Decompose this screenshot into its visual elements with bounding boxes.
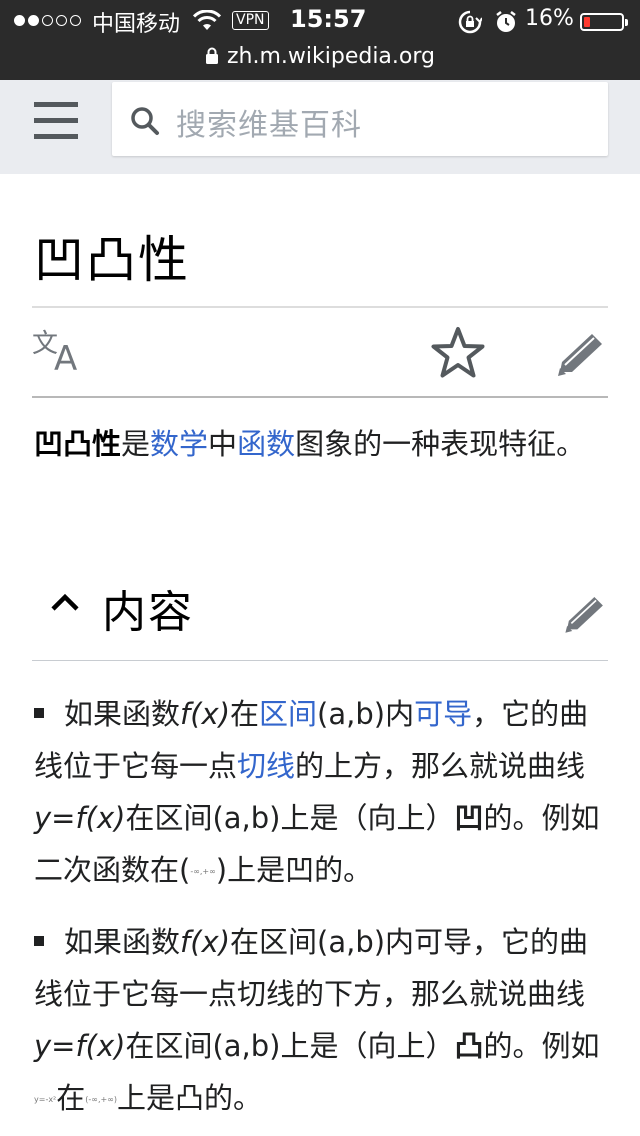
search-icon (131, 107, 159, 135)
section-divider (32, 660, 608, 661)
site-header: 搜索维基百科 (0, 80, 640, 174)
signal-dots-icon (14, 15, 81, 26)
url-bar[interactable]: zh.m.wikipedia.org (0, 40, 640, 72)
section-edit-icon[interactable] (562, 592, 608, 636)
link-interval[interactable]: 区间 (259, 697, 317, 731)
list-item: 如果函数f(x)在区间(a,b)内可导，它的曲线位于它每一点切线的上方，那么就说… (34, 697, 600, 887)
carrier-name: 中国移动 (92, 12, 181, 37)
status-bar: 中国移动 VPN 15:57 16% zh.m.wikipedia.org (0, 0, 640, 80)
star-icon[interactable] (430, 326, 486, 380)
search-input[interactable]: 搜索维基百科 (112, 82, 608, 156)
title-divider (32, 306, 608, 308)
url-text: zh.m.wikipedia.org (226, 43, 435, 69)
section-title: 内容 (102, 587, 194, 638)
page-title: 凹凸性 (34, 231, 190, 289)
bullet-marker (34, 936, 44, 946)
link-math[interactable]: 数学 (150, 427, 208, 461)
action-divider (32, 396, 608, 398)
language-icon[interactable]: 文 A (32, 328, 88, 374)
link-function[interactable]: 函数 (237, 427, 295, 461)
math-image-broken: (-∞,+∞) (85, 1095, 117, 1104)
lock-icon (205, 47, 218, 64)
edit-pencil-icon[interactable] (554, 330, 608, 378)
wifi-icon (193, 10, 221, 30)
svg-text:A: A (54, 339, 77, 374)
list-item: 如果函数f(x)在区间(a,b)内可导，它的曲线位于它每一点切线的下方，那么就说… (34, 925, 600, 1115)
lead-paragraph: 凹凸性是数学中函数图象的一种表现特征。 (34, 427, 586, 461)
chevron-up-icon[interactable] (50, 592, 80, 612)
bullet-marker (34, 708, 44, 718)
link-differentiable[interactable]: 可导 (414, 697, 472, 731)
math-image-broken: -∞,+∞ (190, 867, 216, 876)
battery-percent: 16% (525, 6, 574, 31)
vpn-badge: VPN (232, 11, 269, 30)
section-heading[interactable]: 内容 (32, 570, 608, 640)
clock: 15:57 (290, 5, 367, 33)
alarm-icon (496, 11, 516, 32)
battery-icon (580, 13, 628, 31)
status-row: 中国移动 VPN 15:57 16% (0, 4, 640, 38)
rotation-lock-icon (458, 10, 482, 34)
menu-icon[interactable] (34, 102, 78, 142)
link-tangent[interactable]: 切线 (237, 749, 295, 783)
math-image-broken: y=-x² (34, 1095, 57, 1104)
search-placeholder: 搜索维基百科 (176, 108, 362, 143)
lead-bold-term: 凹凸性 (34, 427, 122, 461)
